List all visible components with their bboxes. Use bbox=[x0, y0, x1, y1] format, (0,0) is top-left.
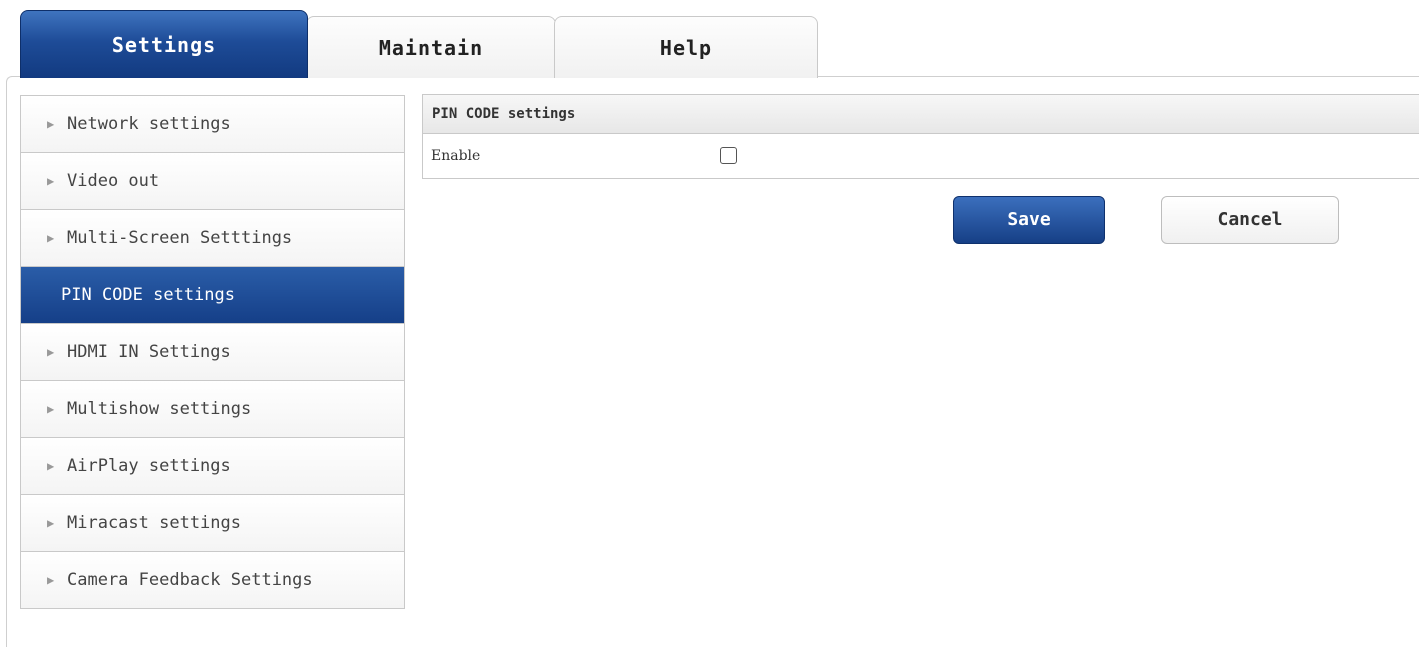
top-tab-bar: Maintain Help Settings bbox=[0, 0, 1419, 78]
triangle-right-icon: ▶ bbox=[47, 459, 55, 473]
sidebar-item-label: Miracast settings bbox=[67, 513, 241, 533]
enable-label: Enable bbox=[431, 148, 481, 164]
enable-row: Enable bbox=[423, 134, 1419, 178]
tab-help[interactable]: Help bbox=[554, 16, 818, 78]
sidebar-item-multishow-settings[interactable]: ▶ Multishow settings bbox=[21, 381, 404, 438]
sidebar-item-label: Video out bbox=[67, 171, 160, 191]
triangle-right-icon: ▶ bbox=[47, 516, 55, 530]
sidebar-item-label: AirPlay settings bbox=[67, 456, 231, 476]
tab-settings[interactable]: Settings bbox=[20, 10, 308, 78]
save-button[interactable]: Save bbox=[953, 196, 1105, 244]
triangle-right-icon: ▶ bbox=[47, 345, 55, 359]
sidebar-item-label: Camera Feedback Settings bbox=[67, 570, 313, 590]
settings-sidebar: ▶ Network settings ▶ Video out ▶ Multi-Scre… bbox=[20, 95, 405, 609]
enable-checkbox[interactable] bbox=[720, 147, 737, 164]
tab-maintain[interactable]: Maintain bbox=[306, 16, 556, 78]
sidebar-item-miracast-settings[interactable]: ▶ Miracast settings bbox=[21, 495, 404, 552]
triangle-right-icon: ▶ bbox=[47, 117, 55, 131]
sidebar-item-airplay-settings[interactable]: ▶ AirPlay settings bbox=[21, 438, 404, 495]
triangle-right-icon: ▶ bbox=[47, 402, 55, 416]
sidebar-item-network-settings[interactable]: ▶ Network settings bbox=[21, 96, 404, 153]
pin-code-settings-panel: PIN CODE settings Enable bbox=[422, 94, 1419, 179]
triangle-right-icon: ▶ bbox=[47, 573, 55, 587]
sidebar-item-multi-screen-settings[interactable]: ▶ Multi-Screen Setttings bbox=[21, 210, 404, 267]
sidebar-item-label: Multi-Screen Setttings bbox=[67, 228, 293, 248]
app-root: Maintain Help Settings ▶ Network settings… bbox=[0, 0, 1419, 647]
sidebar-item-label: HDMI IN Settings bbox=[67, 342, 231, 362]
sidebar-item-label: Network settings bbox=[67, 114, 231, 134]
triangle-right-icon: ▶ bbox=[47, 231, 55, 245]
sidebar-item-hdmi-in-settings[interactable]: ▶ HDMI IN Settings bbox=[21, 324, 404, 381]
sidebar-item-camera-feedback-settings[interactable]: ▶ Camera Feedback Settings bbox=[21, 552, 404, 608]
triangle-right-icon: ▶ bbox=[47, 174, 55, 188]
sidebar-item-label: Multishow settings bbox=[67, 399, 252, 419]
cancel-button[interactable]: Cancel bbox=[1161, 196, 1339, 244]
sidebar-item-pin-code-settings[interactable]: PIN CODE settings bbox=[21, 267, 404, 324]
sidebar-item-label: PIN CODE settings bbox=[61, 285, 235, 305]
sidebar-item-video-out[interactable]: ▶ Video out bbox=[21, 153, 404, 210]
panel-title: PIN CODE settings bbox=[423, 95, 1419, 134]
